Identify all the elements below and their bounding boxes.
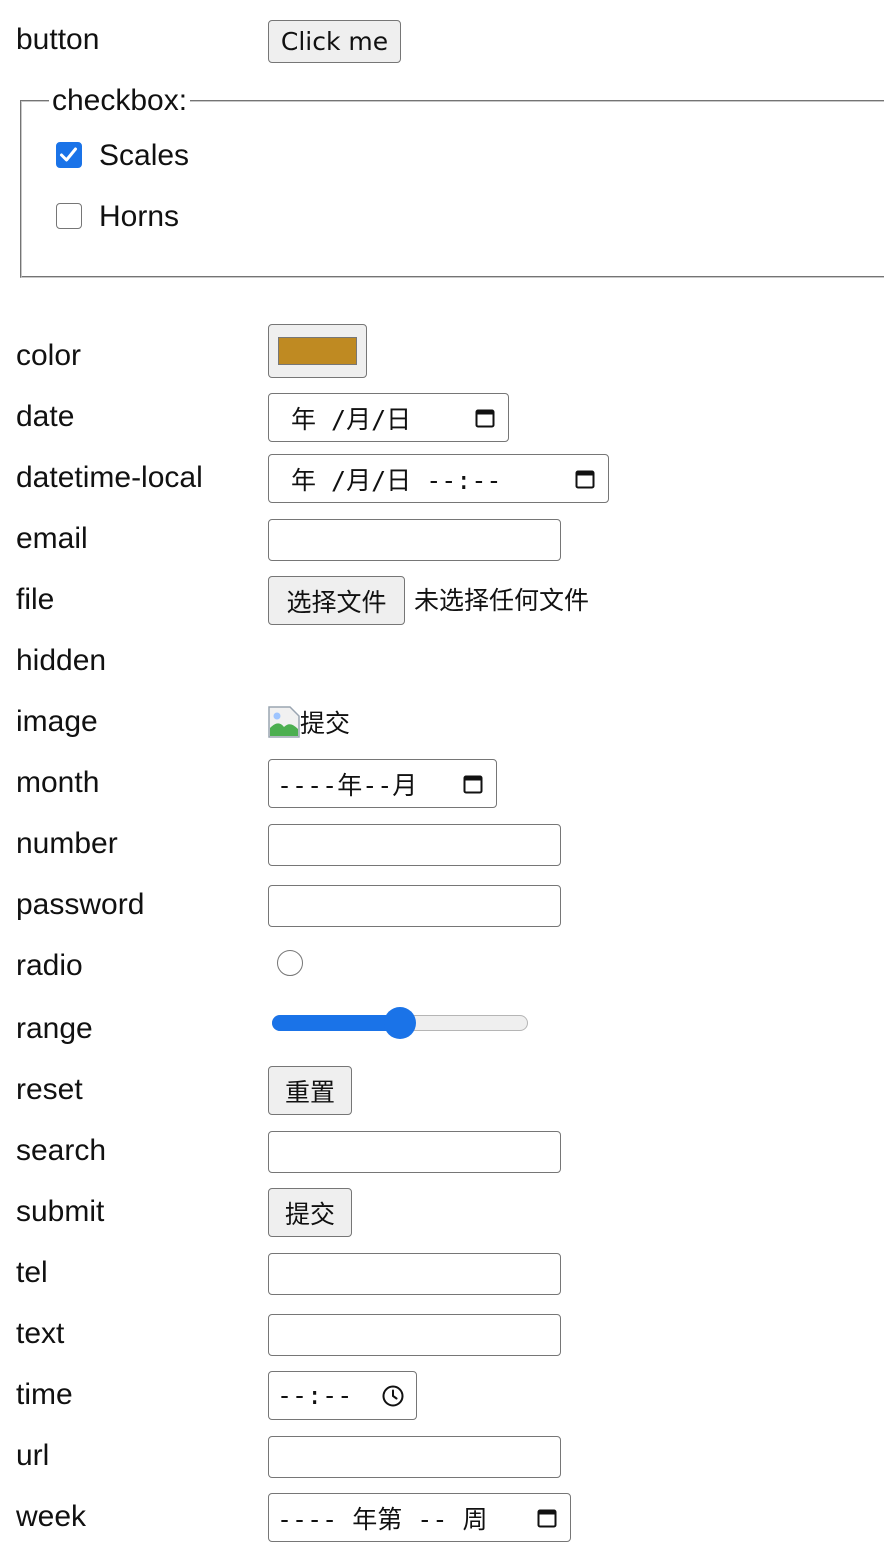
url-input[interactable] [268, 1436, 561, 1478]
clock-icon[interactable] [380, 1383, 406, 1409]
label-image: image [16, 705, 98, 738]
label-email: email [16, 522, 88, 555]
password-input[interactable] [268, 885, 561, 927]
range-fill [272, 1015, 400, 1031]
label-week: week [16, 1500, 87, 1533]
label-password: password [16, 888, 145, 921]
horns-label: Horns [99, 200, 180, 233]
label-radio: radio [16, 949, 83, 982]
label-search: search [16, 1134, 107, 1167]
month-input[interactable]: ----年--月 [268, 759, 497, 808]
checkbox-fieldset: checkbox: [20, 86, 884, 278]
week-value: ---- 年第 -- 周 [277, 1504, 488, 1534]
label-hidden: hidden [16, 644, 107, 677]
label-range: range [16, 1012, 93, 1045]
label-url: url [16, 1439, 50, 1472]
label-submit: submit [16, 1195, 105, 1228]
horns-checkbox[interactable] [56, 203, 82, 229]
range-slider[interactable] [272, 1007, 528, 1039]
click-me-button[interactable]: Click me [268, 20, 401, 63]
label-button: button [16, 23, 100, 56]
checkmark-icon [60, 147, 77, 162]
choose-file-button[interactable]: 选择文件 [268, 576, 405, 625]
label-color: color [16, 339, 82, 372]
radio-button[interactable] [277, 950, 303, 976]
date-input[interactable]: 年 /月/日 [268, 393, 509, 442]
submit-button[interactable]: 提交 [268, 1188, 352, 1237]
calendar-icon[interactable] [460, 771, 486, 797]
scales-label: Scales [99, 139, 190, 172]
text-input[interactable] [268, 1314, 561, 1356]
time-value: --:-- [277, 1381, 353, 1410]
date-value: 年 /月/日 [291, 404, 412, 434]
datetime-value: 年 /月/日 --:-- [291, 465, 502, 495]
tel-input[interactable] [268, 1253, 561, 1295]
scales-checkbox[interactable] [56, 142, 82, 168]
label-time: time [16, 1378, 73, 1411]
calendar-icon[interactable] [534, 1505, 560, 1531]
label-reset: reset [16, 1073, 83, 1106]
calendar-icon[interactable] [572, 466, 598, 492]
week-input[interactable]: ---- 年第 -- 周 [268, 1493, 571, 1542]
checkbox-legend: checkbox: [52, 84, 188, 117]
search-input[interactable] [268, 1131, 561, 1173]
month-value: ----年--月 [277, 770, 418, 800]
number-input[interactable] [268, 824, 561, 866]
file-status: 未选择任何文件 [414, 586, 590, 615]
image-alt-text: 提交 [300, 709, 351, 738]
time-input[interactable]: --:-- [268, 1371, 417, 1420]
datetime-local-input[interactable]: 年 /月/日 --:-- [268, 454, 609, 503]
label-file: file [16, 583, 55, 616]
label-tel: tel [16, 1256, 48, 1289]
label-datetime-local: datetime-local [16, 461, 203, 494]
email-input[interactable] [268, 519, 561, 561]
label-text: text [16, 1317, 65, 1350]
color-picker[interactable] [268, 324, 367, 378]
image-submit[interactable]: 提交 [268, 704, 378, 740]
color-swatch [278, 337, 357, 365]
reset-button[interactable]: 重置 [268, 1066, 352, 1115]
label-date: date [16, 400, 75, 433]
range-thumb[interactable] [384, 1007, 416, 1039]
broken-image-icon [268, 706, 300, 738]
calendar-icon[interactable] [472, 405, 498, 431]
label-month: month [16, 766, 100, 799]
label-number: number [16, 827, 118, 860]
